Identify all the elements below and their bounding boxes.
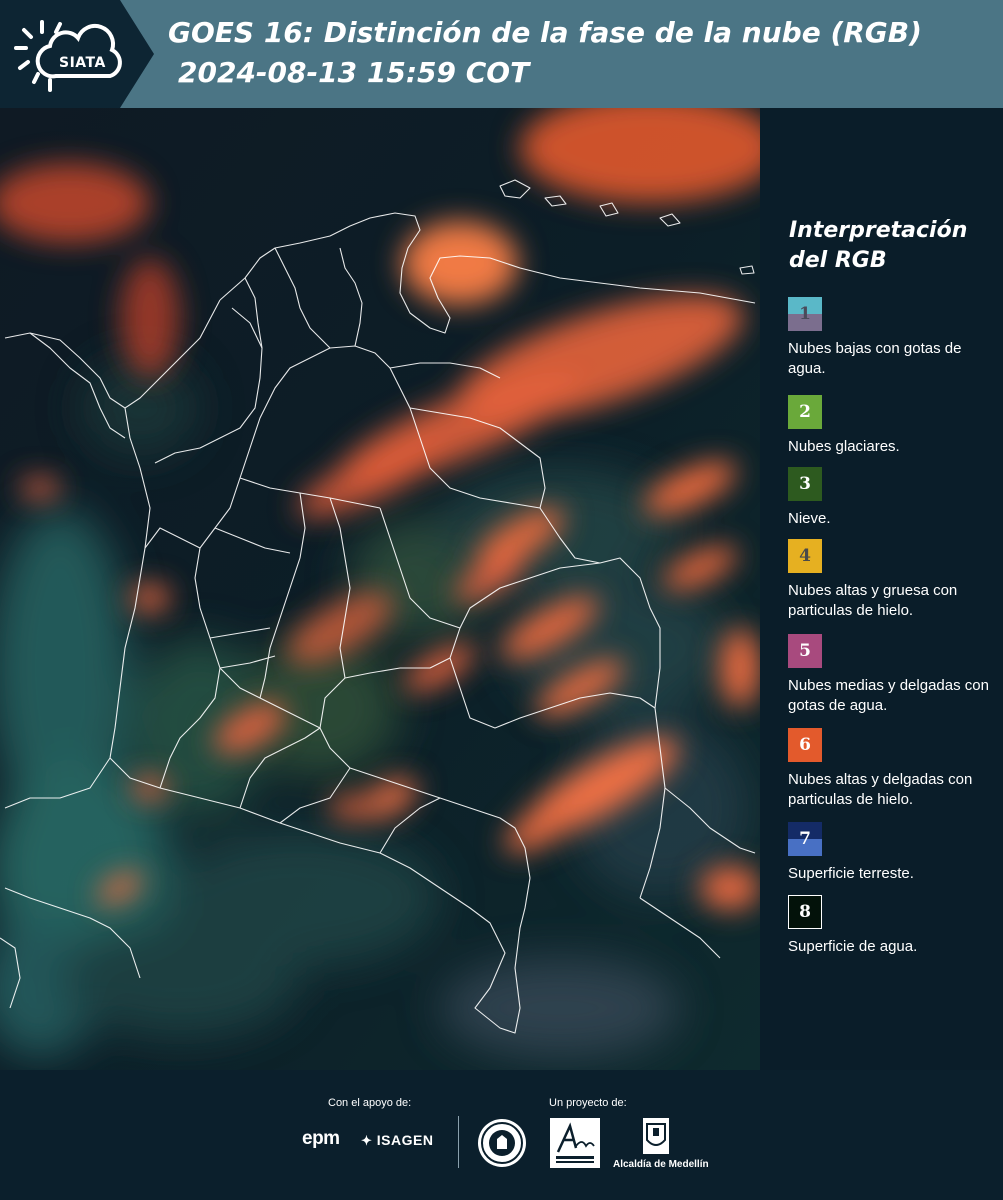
page-title: GOES 16: Distinción de la fase de la nub… bbox=[168, 16, 922, 49]
legend-label-4: Nubes altas y gruesa con particulas de h… bbox=[788, 582, 958, 619]
legend-item-7: 7 Superficie terreste. bbox=[788, 822, 993, 884]
legend-title-line2: del RGB bbox=[789, 248, 887, 273]
support-label: Con el apoyo de: bbox=[328, 1097, 412, 1109]
page-timestamp: 2024-08-13 15:59 COT bbox=[178, 56, 530, 89]
sun-cloud-icon bbox=[14, 20, 122, 92]
legend-item-3: 3 Nieve. bbox=[788, 467, 993, 529]
header-bar: SIATA GOES 16: Distinción de la fase de … bbox=[0, 0, 1003, 108]
legend-swatch-2: 2 bbox=[788, 395, 822, 429]
legend-number-6: 6 bbox=[799, 735, 811, 755]
legend-number-3: 3 bbox=[799, 474, 811, 494]
legend-number-1: 1 bbox=[799, 304, 811, 324]
legend-swatch-8: 8 bbox=[788, 895, 822, 929]
legend-label-3: Nieve. bbox=[788, 510, 831, 527]
medellin-university-seal bbox=[478, 1119, 526, 1167]
legend-label-1: Nubes bajas con gotas de agua. bbox=[788, 340, 962, 377]
legend-item-2: 2 Nubes glaciares. bbox=[788, 395, 993, 457]
legend-number-2: 2 bbox=[799, 402, 811, 422]
project-label: Un proyecto de: bbox=[549, 1097, 627, 1109]
legend-label-7: Superficie terreste. bbox=[788, 865, 914, 882]
siata-logo: SIATA bbox=[12, 10, 124, 98]
legend-swatch-7: 7 bbox=[788, 822, 822, 856]
footer-sponsors: Con el apoyo de: Un proyecto de: epm ✦ I… bbox=[0, 1070, 1003, 1200]
legend-item-1: 1 Nubes bajas con gotas de agua. bbox=[788, 297, 993, 379]
siata-logo-text: SIATA bbox=[59, 55, 106, 71]
legend-label-2: Nubes glaciares. bbox=[788, 438, 900, 455]
legend-item-6: 6 Nubes altas y delgadas con particulas … bbox=[788, 728, 993, 810]
area-metropolitana-logo bbox=[550, 1118, 600, 1168]
area-metropolitana-icon bbox=[556, 1122, 595, 1163]
legend-item-4: 4 Nubes altas y gruesa con particulas de… bbox=[788, 539, 993, 621]
alcaldia-label: Alcaldía de Medellín bbox=[613, 1159, 709, 1170]
legend-item-5: 5 Nubes medias y delgadas con gotas de a… bbox=[788, 634, 993, 716]
legend-number-4: 4 bbox=[799, 546, 811, 566]
legend-title-line1: Interpretación bbox=[789, 218, 968, 243]
legend-label-8: Superficie de agua. bbox=[788, 938, 918, 955]
legend-number-8: 8 bbox=[799, 902, 811, 922]
satellite-rgb-image bbox=[0, 108, 760, 1070]
epm-logo: epm bbox=[302, 1128, 340, 1149]
legend-title: Interpretación del RGB bbox=[789, 216, 989, 276]
legend-swatch-6: 6 bbox=[788, 728, 822, 762]
isagen-mark-icon: ✦ bbox=[361, 1133, 373, 1148]
legend-number-5: 5 bbox=[799, 641, 811, 661]
legend-label-5: Nubes medias y delgadas con gotas de agu… bbox=[788, 677, 989, 714]
legend-swatch-3: 3 bbox=[788, 467, 822, 501]
legend-item-8: 8 Superficie de agua. bbox=[788, 895, 993, 957]
isagen-logo-text: ISAGEN bbox=[376, 1132, 434, 1148]
legend-swatch-4: 4 bbox=[788, 539, 822, 573]
footer-divider bbox=[458, 1116, 459, 1168]
isagen-logo: ✦ ISAGEN bbox=[361, 1132, 433, 1149]
legend-swatch-1: 1 bbox=[788, 297, 822, 331]
satellite-map bbox=[0, 108, 760, 1070]
legend-label-6: Nubes altas y delgadas con particulas de… bbox=[788, 771, 973, 808]
legend-swatch-5: 5 bbox=[788, 634, 822, 668]
legend-panel: Interpretación del RGB 1 Nubes bajas con… bbox=[760, 108, 1003, 1070]
seal-icon bbox=[481, 1122, 523, 1164]
legend-number-7: 7 bbox=[799, 829, 811, 849]
alcaldia-shield-icon bbox=[643, 1118, 669, 1154]
